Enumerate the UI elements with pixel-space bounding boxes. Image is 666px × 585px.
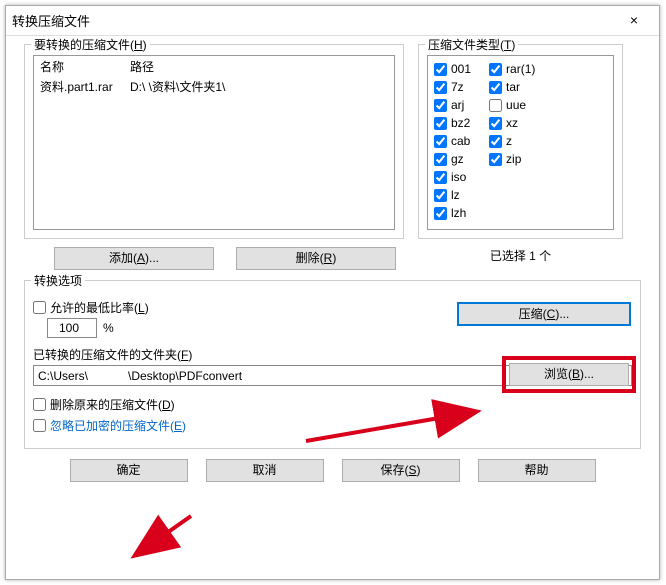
type-label: rar(1) [506, 62, 535, 76]
type-item-7z[interactable]: 7z [434, 78, 471, 96]
type-label: bz2 [451, 116, 470, 130]
type-checkbox-z[interactable] [489, 135, 502, 148]
type-checkbox-uue[interactable] [489, 99, 502, 112]
arrow-to-ok [131, 514, 201, 564]
selected-count: 已选择 1 个 [418, 247, 623, 264]
type-label: 001 [451, 62, 471, 76]
type-checkbox-tar[interactable] [489, 81, 502, 94]
list-item[interactable]: 资料.part1.rar D:\ \资料\文件夹1\ [34, 77, 394, 96]
save-button[interactable]: 保存(S) [342, 459, 460, 482]
top-row: 要转换的压缩文件(H) 名称 路径 资料.part1.rar D:\ \资料\文… [24, 44, 641, 270]
ok-button[interactable]: 确定 [70, 459, 188, 482]
skip-encrypted-label: 忽略已加密的压缩文件(E) [50, 417, 186, 434]
type-item-lzh[interactable]: lzh [434, 204, 471, 222]
title-text: 转换压缩文件 [12, 11, 615, 30]
minrate-label: 允许的最低比率(L) [50, 299, 149, 316]
options-legend: 转换选项 [31, 272, 85, 289]
browse-highlight: 浏览(B)... [502, 356, 636, 393]
add-button[interactable]: 添加(A)... [54, 247, 214, 270]
skip-encrypted-checkbox[interactable] [33, 419, 46, 432]
types-fieldset: 压缩文件类型(T) 0017zarjbz2cabgzisolzlzhrar(1)… [418, 44, 623, 239]
type-item-lz[interactable]: lz [434, 186, 471, 204]
type-item-zip[interactable]: zip [489, 150, 535, 168]
type-label: gz [451, 152, 464, 166]
types-list: 001 7z arj bz2 cab gz iso lz lzh rar(1) tar uue xz zz… [427, 55, 614, 230]
compress-button[interactable]: 压缩(C)... [458, 303, 630, 325]
type-checkbox-7z[interactable] [434, 81, 447, 94]
help-button[interactable]: 帮助 [478, 459, 596, 482]
cancel-button[interactable]: 取消 [206, 459, 324, 482]
type-checkbox-bz2[interactable] [434, 117, 447, 130]
type-label: arj [451, 98, 464, 112]
type-label: cab [451, 134, 470, 148]
type-label: z [506, 134, 512, 148]
left-column: 要转换的压缩文件(H) 名称 路径 资料.part1.rar D:\ \资料\文… [24, 44, 404, 270]
minrate-input[interactable] [47, 318, 97, 338]
minrate-pct: % [103, 321, 114, 335]
options-fieldset: 转换选项 允许的最低比率(L) % 压缩(C)... 已转换的压缩文件的文件夹(… [24, 280, 641, 449]
type-label: 7z [451, 80, 464, 94]
dialog-body: 要转换的压缩文件(H) 名称 路径 资料.part1.rar D:\ \资料\文… [6, 36, 659, 492]
file-list-header: 名称 路径 [34, 56, 394, 77]
type-checkbox-lzh[interactable] [434, 207, 447, 220]
type-checkbox-zip[interactable] [489, 153, 502, 166]
col-name-header: 名称 [40, 58, 130, 75]
titlebar: 转换压缩文件 × [6, 6, 659, 36]
bottom-buttons: 确定 取消 保存(S) 帮助 [24, 459, 641, 482]
delete-original-checkbox[interactable] [33, 398, 46, 411]
type-label: tar [506, 80, 520, 94]
file-name: 资料.part1.rar [40, 78, 130, 95]
file-list[interactable]: 名称 路径 资料.part1.rar D:\ \资料\文件夹1\ [33, 55, 395, 230]
type-checkbox-arj[interactable] [434, 99, 447, 112]
type-label: uue [506, 98, 526, 112]
type-checkbox-xz[interactable] [489, 117, 502, 130]
type-item-xz[interactable]: xz [489, 114, 535, 132]
delete-original-row: 删除原来的压缩文件(D) [33, 396, 632, 413]
file-path: D:\ \资料\文件夹1\ [130, 78, 225, 95]
files-fieldset: 要转换的压缩文件(H) 名称 路径 资料.part1.rar D:\ \资料\文… [24, 44, 404, 239]
type-item-gz[interactable]: gz [434, 150, 471, 168]
type-item-tar[interactable]: tar [489, 78, 535, 96]
type-item-iso[interactable]: iso [434, 168, 471, 186]
type-checkbox-001[interactable] [434, 63, 447, 76]
type-label: lz [451, 188, 460, 202]
type-label: iso [451, 170, 466, 184]
type-checkbox-cab[interactable] [434, 135, 447, 148]
type-checkbox-rar(1)[interactable] [489, 63, 502, 76]
skip-encrypted-row: 忽略已加密的压缩文件(E) [33, 417, 632, 434]
type-item-001[interactable]: 001 [434, 60, 471, 78]
dialog-window: 转换压缩文件 × 要转换的压缩文件(H) 名称 路径 资料.part1.rar [5, 5, 660, 580]
browse-button[interactable]: 浏览(B)... [509, 363, 629, 386]
type-item-rar(1)[interactable]: rar(1) [489, 60, 535, 78]
type-label: zip [506, 152, 521, 166]
right-column: 压缩文件类型(T) 0017zarjbz2cabgzisolzlzhrar(1)… [418, 44, 623, 270]
type-item-bz2[interactable]: bz2 [434, 114, 471, 132]
type-item-z[interactable]: z [489, 132, 535, 150]
type-item-uue[interactable]: uue [489, 96, 535, 114]
type-label: lzh [451, 206, 466, 220]
add-del-row: 添加(A)... 删除(R) [24, 247, 404, 270]
type-checkbox-gz[interactable] [434, 153, 447, 166]
delete-original-label: 删除原来的压缩文件(D) [50, 396, 175, 413]
type-item-cab[interactable]: cab [434, 132, 471, 150]
type-label: xz [506, 116, 518, 130]
minrate-checkbox[interactable] [33, 301, 46, 314]
type-checkbox-iso[interactable] [434, 171, 447, 184]
types-legend: 压缩文件类型(T) [425, 36, 518, 53]
files-legend: 要转换的压缩文件(H) [31, 36, 150, 53]
col-path-header: 路径 [130, 58, 154, 75]
close-icon[interactable]: × [615, 9, 653, 33]
type-checkbox-lz[interactable] [434, 189, 447, 202]
type-item-arj[interactable]: arj [434, 96, 471, 114]
delete-button[interactable]: 删除(R) [236, 247, 396, 270]
